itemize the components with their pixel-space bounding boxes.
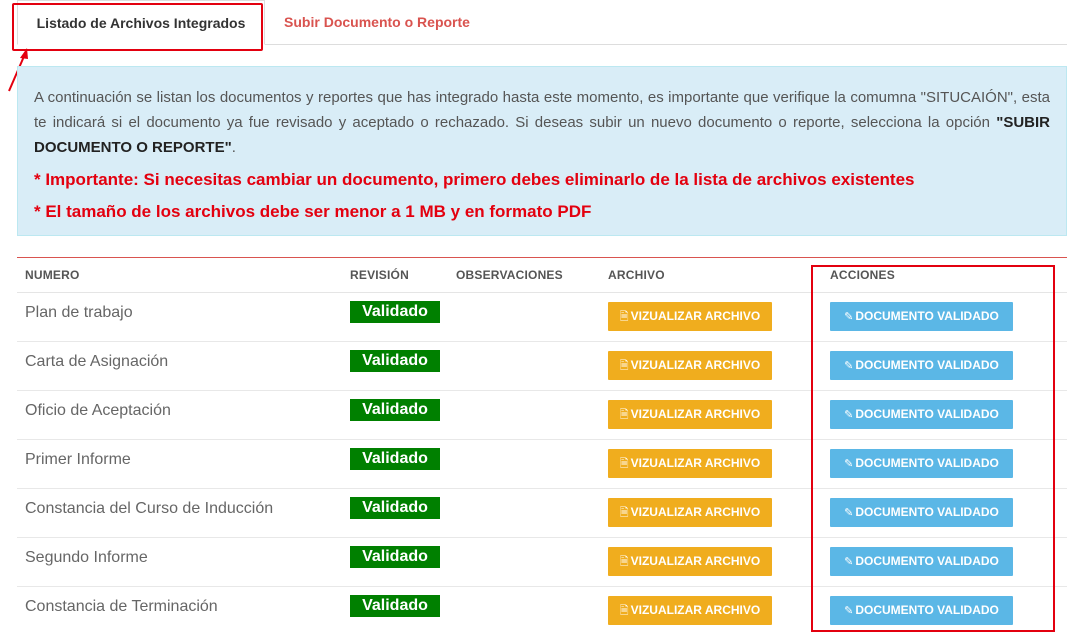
file-pdf-icon: 🗎 bbox=[619, 507, 629, 519]
view-file-button[interactable]: 🗎 VIZUALIZAR ARCHIVO bbox=[608, 596, 772, 625]
warning-file-size: * El tamaño de los archivos debe ser men… bbox=[34, 202, 592, 221]
file-pdf-icon: 🗎 bbox=[619, 409, 629, 421]
file-pdf-icon: 🗎 bbox=[619, 360, 629, 372]
view-file-label: VIZUALIZAR ARCHIVO bbox=[630, 407, 761, 421]
view-file-label: VIZUALIZAR ARCHIVO bbox=[630, 603, 761, 617]
view-file-button[interactable]: 🗎 VIZUALIZAR ARCHIVO bbox=[608, 547, 772, 576]
document-name: Primer Informe bbox=[25, 451, 131, 468]
highlight-box-actions bbox=[811, 265, 1055, 632]
status-badge: Validado bbox=[350, 399, 440, 421]
view-file-button[interactable]: 🗎 VIZUALIZAR ARCHIVO bbox=[608, 449, 772, 478]
document-name: Constancia del Curso de Inducción bbox=[25, 500, 274, 517]
document-name: Oficio de Aceptación bbox=[25, 402, 171, 419]
view-file-label: VIZUALIZAR ARCHIVO bbox=[630, 456, 761, 470]
status-badge: Validado bbox=[350, 350, 440, 372]
view-file-button[interactable]: 🗎 VIZUALIZAR ARCHIVO bbox=[608, 302, 772, 331]
header-numero: NUMERO bbox=[25, 268, 80, 282]
warning-change-document: * Importante: Si necesitas cambiar un do… bbox=[34, 170, 915, 189]
file-pdf-icon: 🗎 bbox=[619, 311, 629, 323]
header-observaciones: OBSERVACIONES bbox=[456, 268, 563, 282]
view-file-label: VIZUALIZAR ARCHIVO bbox=[630, 505, 761, 519]
header-revision: REVISIÓN bbox=[350, 268, 409, 282]
view-file-label: VIZUALIZAR ARCHIVO bbox=[630, 358, 761, 372]
view-file-label: VIZUALIZAR ARCHIVO bbox=[630, 554, 761, 568]
status-badge: Validado bbox=[350, 546, 440, 568]
info-text: A continuación se listan los documentos … bbox=[34, 85, 1050, 160]
status-badge: Validado bbox=[350, 301, 440, 323]
tab-subir-label: Subir Documento o Reporte bbox=[284, 14, 470, 30]
file-pdf-icon: 🗎 bbox=[619, 458, 629, 470]
tab-subir-documento[interactable]: Subir Documento o Reporte bbox=[267, 0, 487, 44]
file-pdf-icon: 🗎 bbox=[619, 605, 629, 617]
info-text-main: A continuación se listan los documentos … bbox=[34, 89, 1050, 131]
status-badge: Validado bbox=[350, 595, 440, 617]
status-badge: Validado bbox=[350, 448, 440, 470]
document-name: Carta de Asignación bbox=[25, 353, 169, 370]
info-panel: A continuación se listan los documentos … bbox=[17, 66, 1067, 236]
view-file-button[interactable]: 🗎 VIZUALIZAR ARCHIVO bbox=[608, 498, 772, 527]
document-name: Plan de trabajo bbox=[25, 304, 133, 321]
header-archivo: ARCHIVO bbox=[608, 268, 665, 282]
view-file-label: VIZUALIZAR ARCHIVO bbox=[630, 309, 761, 323]
view-file-button[interactable]: 🗎 VIZUALIZAR ARCHIVO bbox=[608, 351, 772, 380]
view-file-button[interactable]: 🗎 VIZUALIZAR ARCHIVO bbox=[608, 400, 772, 429]
info-text-end: . bbox=[231, 139, 236, 156]
highlight-box-tab bbox=[12, 3, 263, 51]
status-badge: Validado bbox=[350, 497, 440, 519]
file-pdf-icon: 🗎 bbox=[619, 556, 629, 568]
document-name: Constancia de Terminación bbox=[25, 598, 218, 615]
document-name: Segundo Informe bbox=[25, 549, 148, 566]
